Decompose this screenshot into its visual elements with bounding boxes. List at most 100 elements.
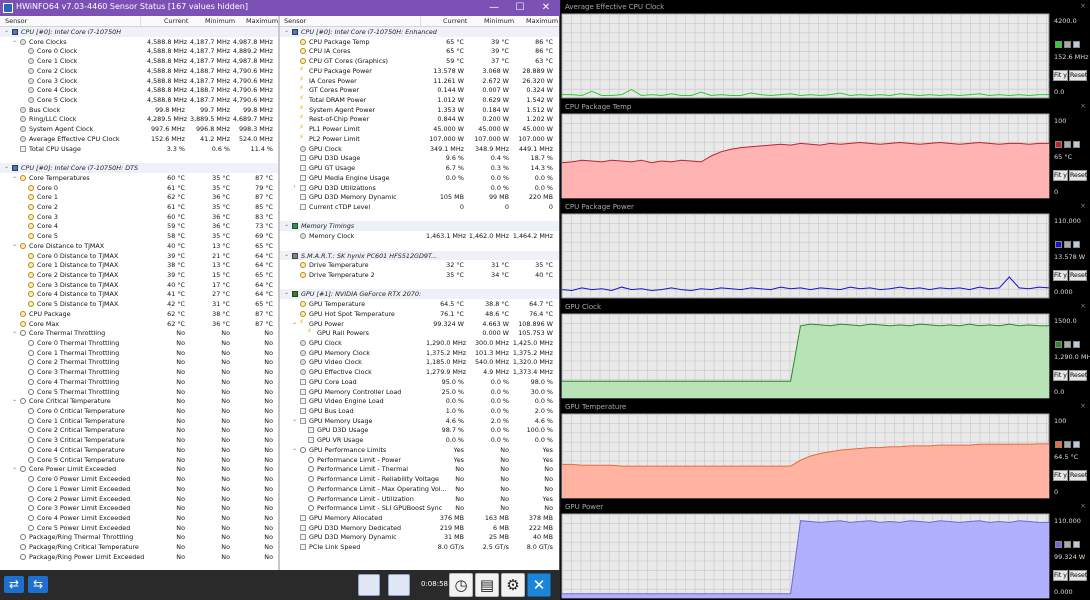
sensor-row[interactable]: Performance Limit - Max Operating Vol...… [280,484,559,494]
sensor-row[interactable]: Core 5 Distance to TjMAX 42 °C 31 °C 65 °C [0,299,278,309]
header-current[interactable]: Current [443,17,467,25]
sensor-row[interactable]: Core 3 Clock 4,588.8 MHz 4,187.7 MHz 4,790.… [0,76,278,86]
fit-y-button[interactable]: Fit y [1053,70,1068,81]
graph-close-icon[interactable]: × [1080,102,1086,110]
reset-button[interactable]: Reset [1069,470,1087,481]
fit-y-button[interactable]: Fit y [1053,470,1068,481]
sensor-row[interactable]: GPU Clock 1,290.0 MHz 300.0 MHz 1,425.0 MHz [280,338,559,348]
settings-button[interactable]: ⚙ [501,573,525,597]
sensor-row[interactable]: IA Cores Power 11.261 W 2.672 W 26.320 W [280,75,559,86]
line-style-swatch[interactable] [1064,241,1071,248]
sensor-row[interactable]: Core 3 Distance to TjMAX 40 °C 17 °C 64 °C [0,280,278,290]
column-header[interactable]: Sensor Current Minimum Maximum [280,16,559,27]
sensor-row[interactable]: GPU D3D Usage 98.7 % 0.0 % 100.0 % [280,425,559,435]
sensor-row[interactable]: Core 2 Clock 4,588.8 MHz 4,188.7 MHz 4,790.… [0,66,278,76]
sensor-row[interactable]: GPU Memory Allocated 376 MB 163 MB 378 MB [280,513,559,523]
graph-close-icon[interactable]: × [1080,202,1086,210]
sensor-row[interactable]: Core Max 62 °C 36 °C 87 °C [0,319,278,329]
sensor-row[interactable]: Core 1 Thermal Throttling No No No [0,348,278,358]
expand-toggle-icon[interactable]: ⌄ [283,28,290,35]
sensor-row[interactable]: Core 0 Distance to TjMAX 39 °C 21 °C 64 °C [0,251,278,261]
sensor-row[interactable]: Core 3 60 °C 36 °C 83 °C [0,212,278,222]
sensor-row[interactable]: CPU IA Cores 65 °C 39 °C 86 °C [280,46,559,56]
sensor-row[interactable]: Performance Limit - Reliability Voltage N… [280,474,559,484]
sensor-row[interactable]: Core 4 Thermal Throttling No No No [0,377,278,387]
network-button[interactable] [358,574,380,596]
sensor-row[interactable]: Core 4 Clock 4,588.8 MHz 4,188.7 MHz 4,790.… [0,85,278,95]
expand-toggle-icon[interactable]: ⌄ [291,320,298,327]
sensor-row[interactable]: ⌄ GPU Memory Usage 4.6 % 2.0 % 4.6 % [280,416,559,426]
sensor-row[interactable]: Core 1 Power Limit Exceeded No No No [0,484,278,494]
sensor-row[interactable]: Current cTDP Level 0 0 0 [280,202,559,212]
close-button[interactable]: ✕ [533,0,559,16]
sensor-row[interactable]: GPU D3D Memory Dynamic 105 MB 99 MB 220 MB [280,192,559,202]
fill-style-swatch[interactable] [1073,141,1080,148]
sensor-row[interactable]: Rest-of-Chip Power 0.844 W 0.200 W 1.202 W [280,113,559,124]
sensor-group-header[interactable]: ⌄ CPU [#0]: Intel Core i7-10750H: Enhance… [280,27,559,37]
sensor-row[interactable]: Package/Ring Critical Temperature No No No [0,542,278,552]
fill-style-swatch[interactable] [1073,341,1080,348]
sensor-pane-right[interactable]: Sensor Current Minimum Maximum ⌄ CPU [#0]… [280,16,559,570]
sensor-row[interactable]: ⌄ GPU Performance Limits Yes No Yes [280,445,559,455]
sensor-row[interactable]: › GPU D3D Utilizations 0.0 % 0.0 % [280,183,559,193]
sensor-row[interactable]: ⌄ Core Clocks 4,588.8 MHz 4,187.7 MHz 4,987.… [0,37,278,47]
graph-plot[interactable] [561,113,1050,199]
sensor-row[interactable]: Performance Limit - Utilization No No Yes [280,494,559,504]
sensor-row[interactable]: GPU Temperature 64.5 °C 38.8 °C 64.7 °C [280,299,559,309]
sensor-group-header[interactable]: ⌄ CPU [#0]: Intel Core i7-10750H: DTS [0,163,278,173]
graph-close-icon[interactable]: × [1080,502,1086,510]
graph-plot[interactable] [561,213,1050,299]
sensor-row[interactable]: ⌄ Core Power Limit Exceeded No No No [0,464,278,474]
sensor-row[interactable]: GPU Memory Controller Load 25.0 % 0.0 % 30.… [280,387,559,397]
sensor-row[interactable]: Drive Temperature 2 35 °C 34 °C 40 °C [280,270,559,280]
series-color-swatch[interactable] [1055,441,1062,448]
sensor-row[interactable]: Core 5 Thermal Throttling No No No [0,387,278,397]
sensor-row[interactable]: GT Cores Power 0.144 W 0.007 W 0.324 W [280,84,559,95]
expand-toggle-icon[interactable]: ⌄ [283,290,290,297]
sensor-row[interactable]: Core 5 Power Limit Exceeded No No No [0,523,278,533]
sensor-row[interactable]: GPU Video Engine Load 0.0 % 0.0 % 0.0 % [280,396,559,406]
sensor-row[interactable]: ⌄ Core Thermal Throttling No No No [0,328,278,338]
sensor-row[interactable]: Memory Clock 1,463.1 MHz 1,462.0 MHz 1,464.… [280,231,559,241]
fit-y-button[interactable]: Fit y [1053,570,1068,581]
nav-forward-button[interactable]: ⇆ [28,576,48,593]
title-bar[interactable]: HWiNFO64 v7.03-4460 Sensor Status [167 v… [0,0,560,16]
fit-y-button[interactable]: Fit y [1053,270,1068,281]
sensor-group-header[interactable]: ⌄ Memory Timings [280,221,559,232]
minimize-button[interactable]: — [481,0,507,16]
header-maximum[interactable]: Maximum [526,17,558,25]
sensor-row[interactable]: PCIe Link Speed 8.0 GT/s 2.5 GT/s 8.0 GT/s [280,542,559,552]
sensor-row[interactable]: GPU Clock 349.1 MHz 348.9 MHz 449.1 MHz [280,144,559,154]
expand-toggle-icon[interactable]: ⌄ [11,38,18,45]
maximize-button[interactable]: ☐ [507,0,533,16]
sensor-row[interactable]: Package/Ring Thermal Throttling No No No [0,532,278,542]
sensor-row[interactable]: Core 1 Clock 4,588.8 MHz 4,187.7 MHz 4,987.… [0,56,278,66]
sensor-row[interactable]: Core 5 Critical Temperature No No No [0,455,278,465]
sensor-row[interactable]: ⌄ Core Critical Temperature No No No [0,396,278,406]
clock-reset-button[interactable]: ◷ [449,573,473,597]
expand-toggle-icon[interactable]: ⌄ [291,417,298,424]
expand-toggle-icon[interactable]: ⌄ [291,446,298,453]
sensor-row[interactable]: Total DRAM Power 1.012 W 0.629 W 1.542 W [280,94,559,105]
sensor-row[interactable]: Core 0 Thermal Throttling No No No [0,338,278,348]
sensor-row[interactable]: GPU Media Engine Usage 0.0 % 0.0 % 0.0 % [280,173,559,183]
graph-plot[interactable] [561,513,1050,599]
sensor-row[interactable]: System Agent Clock 997.6 MHz 996.8 MHz 998.… [0,124,278,134]
sensor-row[interactable]: GPU Video Clock 1,185.0 MHz 540.0 MHz 1,320… [280,357,559,367]
graph-plot[interactable] [561,413,1050,499]
expand-toggle-icon[interactable]: ⌄ [11,329,18,336]
sensor-row[interactable]: GPU GT Usage 6.7 % 0.3 % 14.3 % [280,163,559,173]
fill-style-swatch[interactable] [1073,241,1080,248]
fill-style-swatch[interactable] [1073,41,1080,48]
sensor-row[interactable]: GPU D3D Memory Dedicated 219 MB 6 MB 222 MB [280,523,559,533]
sensor-row[interactable]: ⌄ Core Temperatures 60 °C 35 °C 87 °C [0,173,278,183]
sensor-row[interactable]: GPU Rail Powers 0.000 W 105.753 W [280,327,559,338]
expand-toggle-icon[interactable]: ⌄ [283,252,290,259]
sensor-row[interactable]: Total CPU Usage 3.3 % 0.6 % 11.4 % [0,144,278,154]
sensor-row[interactable]: Core 3 Power Limit Exceeded No No No [0,503,278,513]
sensor-row[interactable]: Package/Ring Power Limit Exceeded No No No [0,552,278,562]
expand-toggle-icon[interactable]: ⌄ [11,397,18,404]
sensor-row[interactable]: Core 0 Critical Temperature No No No [0,406,278,416]
sensor-group-header[interactable]: ⌄ S.M.A.R.T.: SK hynix PC601 HFS512GD9T..… [280,250,559,261]
sensor-row[interactable]: Core 4 59 °C 36 °C 73 °C [0,221,278,231]
